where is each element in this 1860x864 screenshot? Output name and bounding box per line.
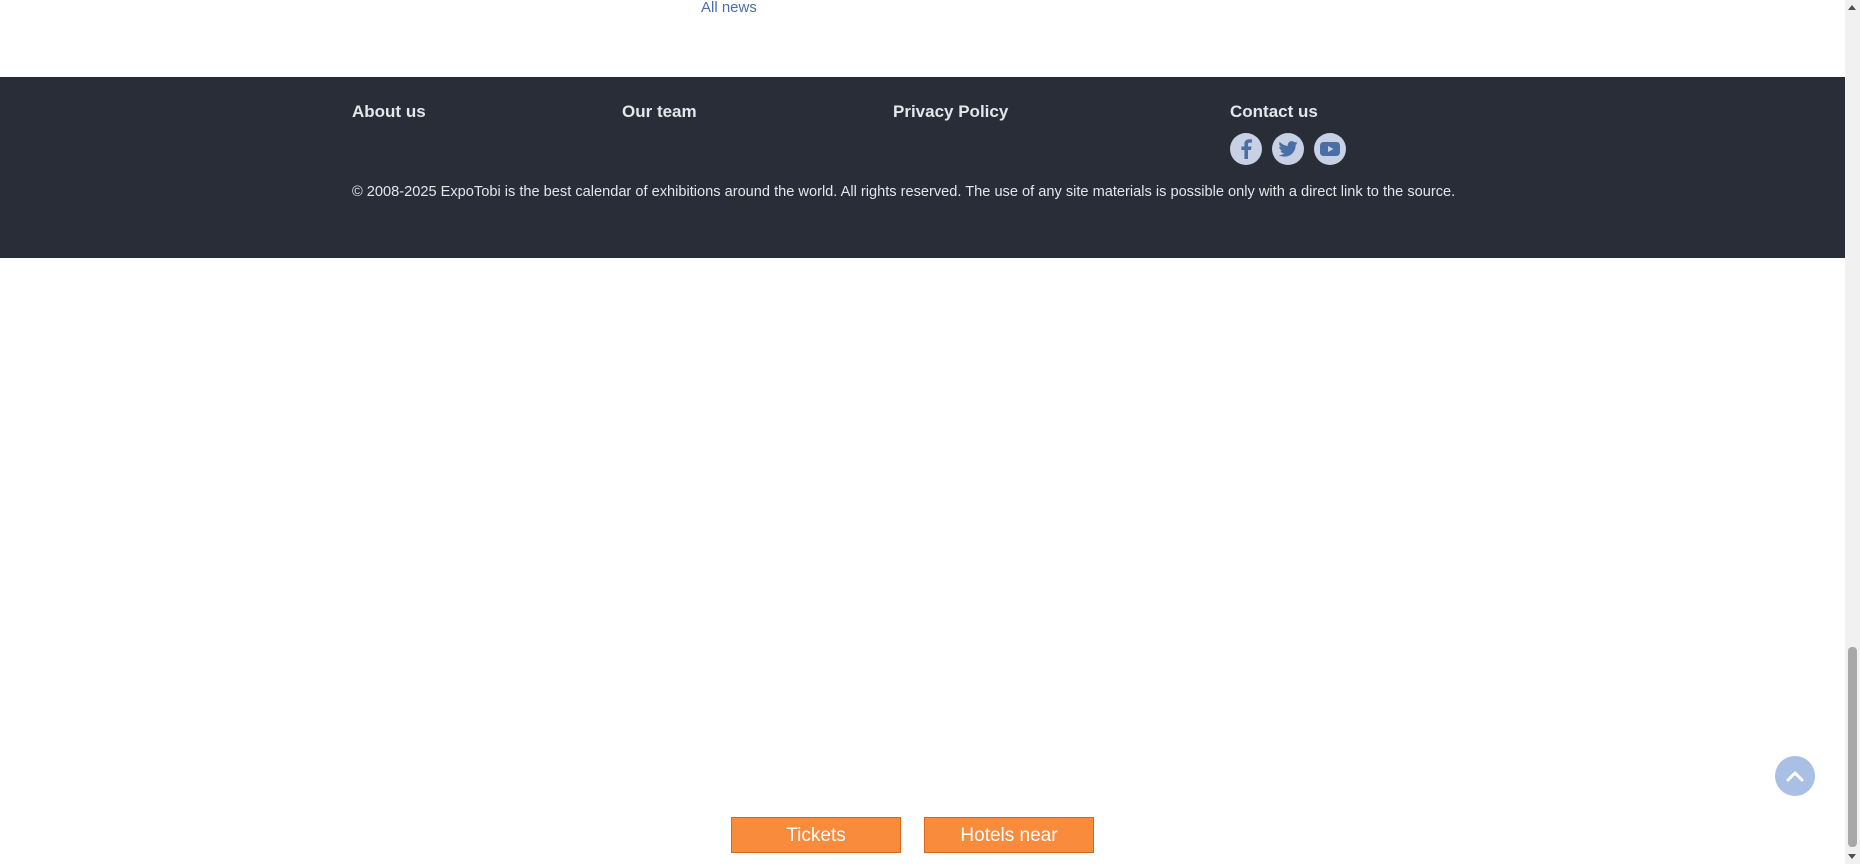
site-footer: About us Our team Privacy Policy Contact… [0,77,1845,258]
all-news-link[interactable]: All news [701,0,757,15]
vertical-scrollbar[interactable] [1845,0,1860,864]
facebook-icon[interactable] [1230,133,1262,165]
footer-link-contact-us[interactable]: Contact us [1230,101,1318,123]
footer-link-about-us[interactable]: About us [352,101,426,123]
youtube-icon[interactable] [1314,133,1346,165]
twitter-icon[interactable] [1272,133,1304,165]
hotels-near-button[interactable]: Hotels near [924,817,1094,853]
scrollbar-thumb[interactable] [1848,647,1857,847]
scroll-up-arrow-icon[interactable] [1848,5,1856,10]
footer-link-our-team[interactable]: Our team [622,101,697,123]
tickets-button[interactable]: Tickets [731,817,901,853]
copyright-text: © 2008-2025 ExpoTobi is the best calenda… [352,184,1456,200]
footer-link-privacy-policy[interactable]: Privacy Policy [893,101,1008,123]
page: All news About us Our team Privacy Polic… [0,0,1860,864]
back-to-top-button[interactable] [1775,756,1815,796]
scroll-down-arrow-icon[interactable] [1848,854,1856,859]
chevron-up-icon [1786,771,1804,782]
